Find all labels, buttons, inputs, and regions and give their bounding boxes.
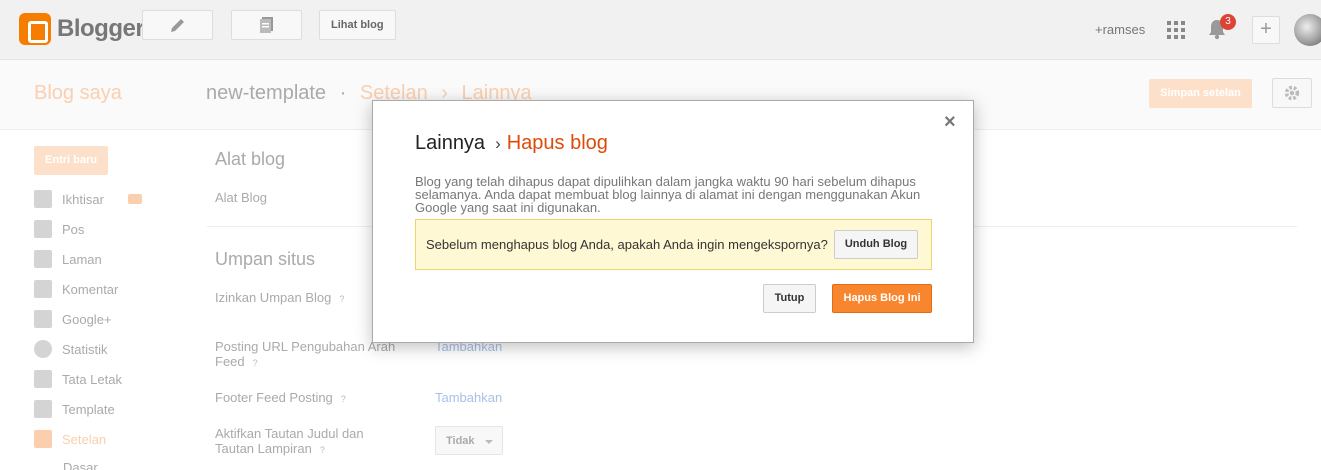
pages-icon [34,250,52,268]
delete-blog-button[interactable]: Hapus Blog Ini [832,284,932,313]
sidebar-item-settings[interactable]: Setelan [34,429,106,449]
user-name-link[interactable]: +ramses [1095,22,1145,37]
allow-feed-label: Izinkan Umpan Blog [215,290,332,305]
new-post-button[interactable]: Entri baru [34,146,108,175]
notification-badge: 3 [1220,14,1236,30]
sidebar-item-label: Setelan [62,431,107,447]
sidebar-item-label: Ikhtisar [62,191,104,207]
breadcrumb-dot: · [339,82,347,104]
share-plus-button[interactable]: + [1252,16,1280,44]
top-bar: Blogger Lihat blog +ramses 3 + [0,0,1321,60]
home-icon [34,190,52,208]
enclosure-row: Aktifkan Tautan Judul dan Tautan Lampira… [215,426,405,458]
close-icon[interactable]: × [944,111,956,134]
sidebar-item-label: Tata Letak [62,371,122,387]
enclosure-select[interactable]: Tidak [435,426,503,455]
sidebar-item-label: Laman [62,251,102,267]
gear-icon [1284,85,1300,101]
enclosure-select-value: Tidak [446,435,475,447]
new-post-pencil-button[interactable] [142,10,213,40]
apps-grid-icon[interactable] [1167,21,1185,39]
blogger-logo-icon [19,13,51,45]
dialog-title-parent: Lainnya [415,132,486,154]
breadcrumb-blog-name[interactable]: new-template [206,82,326,104]
settings-gear-button[interactable] [1272,78,1312,108]
my-blogs-link[interactable]: Blog saya [34,82,122,105]
comment-icon [34,280,52,298]
avatar[interactable] [1294,14,1321,46]
logo-text: Blogger [57,15,145,42]
sidebar-item-stats[interactable]: Statistik [34,339,108,359]
posts-icon [34,220,52,238]
sidebar-item-label: Template [62,401,115,417]
help-icon[interactable]: ? [341,394,346,404]
sidebar-subitem-basic[interactable]: Dasar [63,457,98,470]
posts-icon [259,17,273,33]
paint-roller-icon [34,400,52,418]
blogger-logo[interactable]: Blogger [19,13,145,45]
help-icon[interactable]: ? [339,294,344,304]
sidebar-subitem-label: Dasar [63,459,98,470]
google-plus-icon [34,310,52,328]
megaphone-icon [127,194,142,204]
help-icon[interactable]: ? [320,445,325,455]
footer-feed-label: Footer Feed Posting [215,390,333,405]
dialog-description: Blog yang telah dihapus dapat dipulihkan… [415,174,921,215]
sidebar-item-google-plus[interactable]: Google+ [34,309,112,329]
view-blog-button[interactable]: Lihat blog [319,10,396,40]
sidebar-item-comments[interactable]: Komentar [34,279,118,299]
delete-blog-dialog: × Lainnya › Hapus blog Blog yang telah dih… [372,100,974,343]
sidebar-item-posts[interactable]: Pos [34,219,84,239]
pie-chart-icon [34,340,52,358]
footer-feed-add-link[interactable]: Tambahkan [435,390,502,405]
dialog-title-current: Hapus blog [506,132,608,154]
feed-redirect-label: Posting URL Pengubahan Arah Feed [215,339,396,369]
export-warning-text: Sebelum menghapus blog Anda, apakah Anda… [426,237,828,252]
dialog-title: Lainnya › Hapus blog [415,132,608,155]
sidebar-item-label: Komentar [62,281,119,297]
blog-tools-heading: Alat blog [215,149,286,169]
site-feed-heading: Umpan situs [215,249,316,269]
dialog-title-separator: › [495,134,501,153]
sidebar-item-pages[interactable]: Laman [34,249,102,269]
export-warning-box: Sebelum menghapus blog Anda, apakah Anda… [415,219,932,270]
sidebar-item-label: Google+ [62,311,112,327]
posts-list-button[interactable] [231,10,302,40]
layout-icon [34,370,52,388]
sidebar-item-overview[interactable]: Ikhtisar [34,189,142,209]
chevron-down-icon [485,440,493,444]
feed-redirect-row: Posting URL Pengubahan Arah Feed? [215,339,405,371]
close-button[interactable]: Tutup [763,284,816,313]
help-icon[interactable]: ? [253,358,258,368]
save-settings-button[interactable]: Simpan setelan [1149,79,1252,108]
footer-feed-row: Footer Feed Posting? [215,390,405,407]
sidebar-item-template[interactable]: Template [34,399,115,419]
wrench-icon [34,430,52,448]
sidebar-item-label: Statistik [62,341,108,357]
download-blog-button[interactable]: Unduh Blog [834,230,918,259]
enclosure-label: Aktifkan Tautan Judul dan Tautan Lampira… [215,426,364,456]
sidebar-item-layout[interactable]: Tata Letak [34,369,122,389]
pencil-icon [170,19,184,32]
sidebar-item-label: Pos [62,221,85,237]
